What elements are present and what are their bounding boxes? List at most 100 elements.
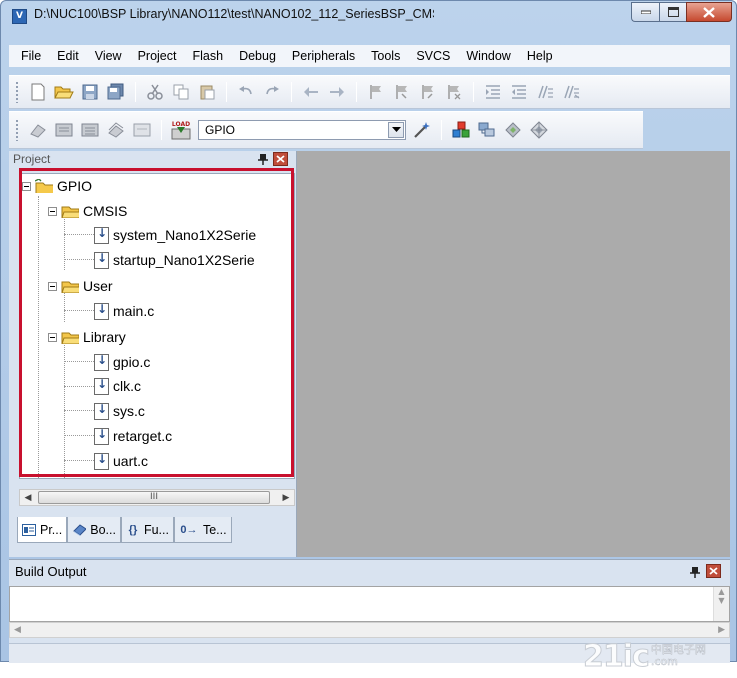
menu-tools[interactable]: Tools — [363, 45, 408, 67]
tree-file-startup[interactable]: startup_Nano1X2Serie — [94, 248, 255, 272]
menu-project[interactable]: Project — [130, 45, 185, 67]
tab-functions[interactable]: {} Fu... — [120, 517, 174, 543]
menu-flash[interactable]: Flash — [184, 45, 231, 67]
scroll-left-icon[interactable]: ◀ — [20, 490, 36, 505]
folder-open-icon — [61, 332, 79, 344]
chevron-down-icon[interactable] — [388, 122, 404, 138]
tree-group-user[interactable]: User — [48, 274, 113, 298]
next-bookmark-button[interactable] — [416, 80, 440, 104]
comment-selection-button[interactable] — [533, 80, 557, 104]
build-output-text[interactable] — [9, 586, 730, 622]
tab-project[interactable]: Pr... — [17, 517, 68, 543]
source-file-icon — [94, 353, 109, 371]
minimize-button[interactable] — [631, 2, 659, 22]
file-extensions-button[interactable] — [475, 118, 499, 142]
tree-group-library[interactable]: Library — [48, 325, 126, 349]
save-all-button[interactable] — [104, 80, 128, 104]
magic-wand-icon — [414, 122, 430, 138]
tree-connector — [64, 310, 94, 311]
maximize-button[interactable] — [659, 2, 686, 22]
open-file-button[interactable] — [52, 80, 76, 104]
source-file-icon — [94, 402, 109, 420]
toolbar-grip[interactable] — [15, 119, 19, 141]
scroll-left-icon[interactable]: ◀ — [14, 625, 21, 635]
menu-edit[interactable]: Edit — [49, 45, 87, 67]
close-icon — [276, 155, 285, 163]
download-button[interactable]: LOAD — [169, 118, 193, 142]
menu-debug[interactable]: Debug — [231, 45, 284, 67]
tab-books[interactable]: Bo... — [67, 517, 121, 543]
tree-group-cmsis[interactable]: CMSIS — [48, 199, 127, 223]
toolbar-separator — [226, 82, 227, 102]
collapse-toggle-icon[interactable] — [22, 181, 31, 191]
tree-file-uart[interactable]: uart.c — [94, 449, 148, 473]
menu-file[interactable]: File — [13, 45, 49, 67]
build-output-close-button[interactable] — [706, 564, 721, 578]
build-button[interactable] — [52, 118, 76, 142]
title-bar[interactable]: V D:\NUC100\BSP Library\NANO112\test\NAN… — [1, 1, 736, 31]
previous-bookmark-button[interactable] — [390, 80, 414, 104]
source-file-icon — [94, 251, 109, 269]
tree-connector — [64, 259, 94, 260]
maximize-icon — [667, 7, 679, 17]
manage-components-button[interactable] — [449, 118, 473, 142]
undo-button[interactable] — [234, 80, 258, 104]
tree-item-root[interactable]: GPIO — [22, 174, 92, 198]
save-button[interactable] — [78, 80, 102, 104]
project-panel-header[interactable]: Project — [9, 151, 297, 169]
rebuild-button[interactable] — [78, 118, 102, 142]
toolbar-grip[interactable] — [15, 81, 19, 103]
insert-bookmark-button[interactable] — [364, 80, 388, 104]
cut-button[interactable] — [143, 80, 167, 104]
tree-file-sys[interactable]: sys.c — [94, 399, 145, 423]
menu-help[interactable]: Help — [519, 45, 561, 67]
menu-svcs[interactable]: SVCS — [408, 45, 458, 67]
tree-group-label: CMSIS — [83, 203, 128, 219]
project-panel-close-button[interactable] — [273, 152, 288, 166]
menu-view[interactable]: View — [87, 45, 130, 67]
tree-file-clk[interactable]: clk.c — [94, 374, 141, 398]
project-tree-hscrollbar[interactable]: ◀ III ▶ — [19, 489, 295, 506]
navigate-forward-button[interactable] — [325, 80, 349, 104]
scroll-right-icon[interactable]: ▶ — [278, 490, 294, 505]
pin-icon[interactable] — [257, 153, 269, 165]
tree-file-gpio[interactable]: gpio.c — [94, 350, 150, 374]
uncomment-icon — [564, 85, 580, 99]
collapse-toggle-icon[interactable] — [48, 206, 57, 216]
menu-window[interactable]: Window — [458, 45, 518, 67]
tree-file-retarget[interactable]: retarget.c — [94, 424, 172, 448]
pin-icon[interactable] — [689, 566, 701, 578]
build-output-vscrollbar[interactable]: ▲ ▼ — [713, 587, 729, 621]
collapse-toggle-icon[interactable] — [48, 332, 57, 342]
pack-installer-button[interactable] — [527, 118, 551, 142]
target-options-button[interactable] — [410, 118, 434, 142]
translate-icon — [30, 124, 46, 138]
collapse-toggle-icon[interactable] — [48, 281, 57, 291]
tree-file-system[interactable]: system_Nano1X2Serie — [94, 223, 256, 247]
scrollbar-thumb[interactable]: III — [38, 491, 270, 504]
translate-button[interactable] — [26, 118, 50, 142]
tab-templates[interactable]: 0→ Te... — [173, 517, 232, 543]
clear-bookmarks-button[interactable] — [442, 80, 466, 104]
books-tab-icon — [72, 523, 87, 537]
target-select[interactable]: GPIO — [198, 120, 406, 140]
select-packs-button[interactable] — [501, 118, 525, 142]
close-button[interactable] — [686, 2, 732, 22]
indent-button[interactable] — [481, 80, 505, 104]
source-file-icon — [94, 452, 109, 470]
copy-button[interactable] — [169, 80, 193, 104]
navigate-back-button[interactable] — [299, 80, 323, 104]
new-file-button[interactable] — [26, 80, 50, 104]
tree-file-label: clk.c — [113, 378, 141, 394]
build-output-hscrollbar[interactable]: ◀ ▶ — [9, 622, 730, 638]
project-tree[interactable]: GPIO CMSIS system_Nano1X2Serie startup_N… — [19, 173, 295, 479]
tree-file-main[interactable]: main.c — [94, 299, 154, 323]
redo-button[interactable] — [260, 80, 284, 104]
unindent-button[interactable] — [507, 80, 531, 104]
batch-build-button[interactable] — [104, 118, 128, 142]
paste-button[interactable] — [195, 80, 219, 104]
stop-build-button[interactable] — [130, 118, 154, 142]
scroll-right-icon[interactable]: ▶ — [718, 625, 725, 635]
menu-peripherals[interactable]: Peripherals — [284, 45, 363, 67]
uncomment-selection-button[interactable] — [559, 80, 583, 104]
